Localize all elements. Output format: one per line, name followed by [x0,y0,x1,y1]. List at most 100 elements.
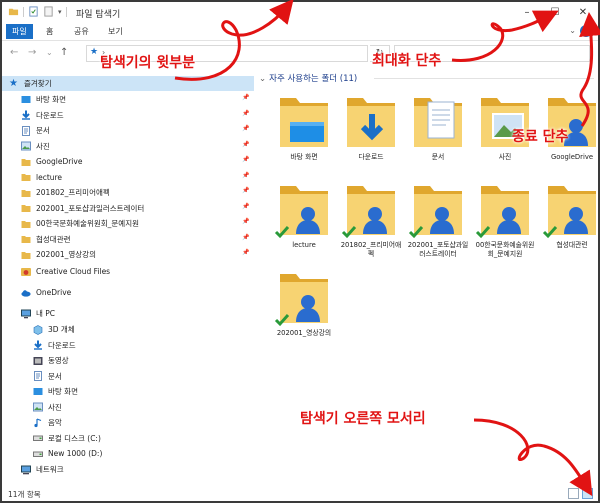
tab-share[interactable]: 공유 [68,24,95,39]
sidebar-item[interactable]: 바탕 화면 📌 [2,92,254,107]
tab-file[interactable]: 파일 [6,24,33,39]
sidebar-item-label: 네트워크 [36,465,64,474]
sidebar-item-label: 내 PC [36,309,56,318]
customize-toolbar-icon[interactable]: ▾ [58,8,62,16]
navigation-pane: ★ 즐겨찾기 바탕 화면 📌 다운로드 📌 문서 📌 사진 📌 GoogleDrive 📌 lect… [2,72,254,486]
folder-item-label: 202001_포토샵과일러스트레이터 [407,241,469,258]
shared-folder-icon [341,186,395,239]
pin-icon[interactable]: 📌 [242,234,249,241]
shared-folder-icon [274,186,328,239]
drive-icon [33,435,43,441]
pin-icon[interactable]: 📌 [242,125,249,132]
maximize-icon: ☐ [550,6,560,18]
annotation-close: 종료 단추 [512,129,569,145]
minimize-button[interactable]: – [513,2,541,22]
sidebar-item-label: 사진 [48,402,62,412]
picture-icon [33,402,43,412]
sidebar-item-creative-cloud[interactable]: Creative Cloud Files [2,264,254,279]
folder-item[interactable]: 202001_영상강의 [272,270,336,362]
folder-item[interactable]: 바탕 화면 [272,94,336,186]
folder-icon[interactable] [8,6,19,17]
folder-icon [21,236,31,243]
sidebar-item-label: lecture [36,172,63,182]
sidebar-item-onedrive[interactable]: OneDrive [2,285,254,300]
up-button[interactable]: ↑ [60,47,68,58]
sidebar-item-label: 다운로드 [36,110,64,120]
pin-icon[interactable]: 📌 [242,94,249,101]
sidebar-item-network[interactable]: 네트워크 [2,462,254,477]
sidebar-item-label: Creative Cloud Files [36,267,111,276]
back-button[interactable]: ← [10,47,18,58]
pin-icon[interactable]: 📌 [242,110,249,117]
address-row: ← → ⌄ ↑ ★ › ↻ [2,42,598,65]
pin-icon[interactable]: 📌 [242,249,249,256]
folder-item-label: 사진 [498,153,512,161]
sidebar-item[interactable]: 로컬 디스크 (C:) [2,431,254,446]
folder-item-label: 202001_영상강의 [276,329,332,337]
folder-item-label: 협성대관련 [556,241,588,249]
recent-locations-button[interactable]: ⌄ [46,48,53,57]
sidebar-item[interactable]: 협성대관련 📌 [2,232,254,247]
sidebar-item[interactable]: 사진 📌 [2,139,254,154]
details-view-button[interactable] [568,488,579,499]
sidebar-item[interactable]: 사진 [2,400,254,415]
sidebar-item-label: 로컬 디스크 (C:) [48,433,101,443]
sidebar-item-this-pc[interactable]: 내 PC [2,306,254,321]
pin-icon[interactable]: 📌 [242,218,249,225]
expand-ribbon-icon[interactable]: ⌄ [569,26,576,35]
folder-item[interactable]: lecture [272,182,336,274]
sidebar-item-label: GoogleDrive [36,157,83,166]
folder-icon [21,158,31,166]
folder-item[interactable]: 문서 [406,94,470,186]
sidebar-item[interactable]: 202001_포토샵과일러스트레이터 📌 [2,201,254,216]
sidebar-item[interactable]: 다운로드 📌 [2,108,254,123]
pin-icon[interactable]: 📌 [242,203,249,210]
pin-icon[interactable]: 📌 [242,187,249,194]
sidebar-item-label: 201802_프리미어애펙 [36,188,110,197]
sidebar-item[interactable]: New 1000 (D:) [2,446,254,461]
quick-access-toolbar: ▾ [8,6,67,17]
group-header-frequent-folders[interactable]: ⌄ 자주 사용하는 폴더 (11) [259,72,357,84]
sidebar-item[interactable]: 음악 [2,415,254,430]
folder-item[interactable]: 202001_포토샵과일러스트레이터 [406,182,470,274]
folder-item[interactable]: 다운로드 [339,94,403,186]
close-button[interactable]: ✕ [569,2,597,22]
shared-folder-icon [475,186,529,239]
sidebar-item-label: 사진 [36,141,50,151]
sidebar-item[interactable]: 3D 개체 [2,322,254,337]
pin-icon[interactable]: 📌 [242,156,249,163]
sidebar-item-quick-access[interactable]: ★ 즐겨찾기 [2,76,254,91]
pin-icon[interactable]: 📌 [242,141,249,148]
shared-folder-icon [274,274,328,327]
sidebar-item[interactable]: 문서 📌 [2,123,254,138]
sidebar-item[interactable]: 바탕 화면 [2,384,254,399]
sidebar-item[interactable]: lecture 📌 [2,170,254,185]
folder-item[interactable]: 00한국문화예술위원회_문예지원 [473,182,537,274]
sidebar-item[interactable]: 문서 [2,369,254,384]
maximize-button[interactable]: ☐ [541,2,569,22]
desktop-icon [21,95,31,103]
help-icon[interactable]: ? [580,25,592,37]
sidebar-item-label: 동영상 [48,356,69,365]
tab-home[interactable]: 홈 [40,24,59,39]
sidebar-item[interactable]: 동영상 [2,353,254,368]
large-icons-view-button[interactable] [582,488,593,499]
sidebar-item[interactable]: 201802_프리미어애펙 📌 [2,185,254,200]
sidebar-item[interactable]: 00한국문화예술위원회_문예지원 📌 [2,216,254,231]
properties-icon[interactable] [28,6,39,17]
forward-button[interactable]: → [28,47,36,58]
folder-item[interactable]: 201802_프리미어애펙 [339,182,403,274]
title-bar[interactable]: ▾ 파일 탐색기 – ☐ ✕ [2,2,598,22]
download-icon [34,340,42,350]
sidebar-item[interactable]: GoogleDrive 📌 [2,154,254,169]
sidebar-item-label: 협성대관련 [36,234,71,244]
sidebar-item-label: OneDrive [36,288,72,297]
sidebar-item[interactable]: 다운로드 [2,338,254,353]
pin-icon[interactable]: 📌 [242,172,249,179]
new-folder-icon[interactable] [43,6,54,17]
tab-view[interactable]: 보기 [102,24,129,39]
annotation-title-area: 탐색기의 윗부분 [100,55,196,71]
sidebar-item-label: 202001_영상강의 [36,250,96,259]
sidebar-item[interactable]: 202001_영상강의 📌 [2,247,254,262]
folder-item[interactable]: 협성대관련 [540,182,600,274]
